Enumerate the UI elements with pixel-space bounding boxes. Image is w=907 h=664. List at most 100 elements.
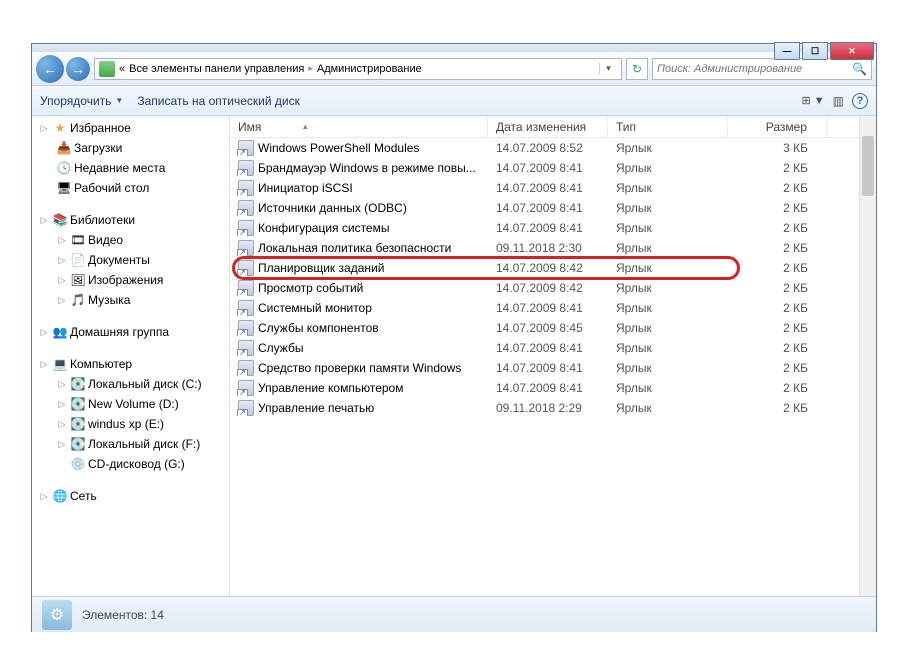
sidebar-libraries[interactable]: ▷📚Библиотеки [32,210,229,230]
file-date: 14.07.2009 8:52 [488,141,608,155]
downloads-icon: 📥 [56,140,72,156]
maximize-button[interactable]: ☐ [802,42,828,60]
search-input[interactable] [657,63,852,75]
shortcut-icon [238,360,254,376]
file-type: Ярлык [608,381,728,395]
column-size[interactable]: Размер [728,116,828,137]
file-row[interactable]: Управление компьютером 14.07.2009 8:41Ярл… [230,378,859,398]
file-size: 2 КБ [728,221,828,235]
file-name: Windows PowerShell Modules [258,141,419,155]
sidebar-videos[interactable]: ▷🎞Видео [32,230,229,250]
sidebar-desktop[interactable]: 🖥Рабочий стол [32,178,229,198]
sidebar-computer[interactable]: ▷💻Компьютер [32,354,229,374]
shortcut-icon [238,140,254,156]
breadcrumb-parent[interactable]: Все элементы панели управления [129,63,304,75]
minimize-button[interactable]: — [774,42,800,60]
file-date: 14.07.2009 8:41 [488,381,608,395]
burn-button[interactable]: Записать на оптический диск [137,94,300,108]
disk-icon: 💽 [70,436,86,452]
file-type: Ярлык [608,201,728,215]
file-row[interactable]: Windows PowerShell Modules 14.07.2009 8:5… [230,138,859,158]
file-size: 2 КБ [728,341,828,355]
file-date: 14.07.2009 8:41 [488,301,608,315]
file-row[interactable]: Системный монитор14.07.2009 8:41Ярлык2 К… [230,298,859,318]
file-row[interactable]: Управление печатью09.11.2018 2:29Ярлык2 … [230,398,859,418]
sidebar-pictures[interactable]: ▷🖼Изображения [32,270,229,290]
command-bar: Упорядочить▼ Записать на оптический диск… [32,86,876,116]
file-date: 09.11.2018 2:30 [488,241,608,255]
shortcut-icon [238,400,254,416]
sidebar-disk-d[interactable]: ▷💽New Volume (D:) [32,394,229,414]
file-size: 2 КБ [728,201,828,215]
sidebar-disk-c[interactable]: ▷💽Локальный диск (C:) [32,374,229,394]
address-bar[interactable]: « Все элементы панели управления ▸ Админ… [94,58,622,80]
file-size: 2 КБ [728,361,828,375]
file-row[interactable]: Источники данных (ODBC)14.07.2009 8:41Яр… [230,198,859,218]
file-name: Управление печатью [258,401,374,415]
status-icon: ⚙ [42,600,72,630]
view-options[interactable]: ⊞ ▼ [801,94,824,107]
sidebar-documents[interactable]: ▷📄Документы [32,250,229,270]
sidebar-music[interactable]: ▷🎵Музыка [32,290,229,310]
navigation-pane: ▷★Избранное 📥Загрузки 🕓Недавние места 🖥Р… [32,116,230,596]
sidebar-recent[interactable]: 🕓Недавние места [32,158,229,178]
search-box[interactable]: 🔍 [652,58,872,80]
homegroup-icon: 👥 [52,324,68,340]
file-size: 2 КБ [728,261,828,275]
sidebar-cd[interactable]: 💿CD-дисковод (G:) [32,454,229,474]
file-type: Ярлык [608,301,728,315]
help-button[interactable]: ? [852,93,868,109]
chevron-right-icon[interactable]: ▸ [308,63,313,74]
shortcut-icon [238,240,254,256]
music-icon: 🎵 [70,292,86,308]
file-type: Ярлык [608,221,728,235]
sidebar-network[interactable]: ▷🌐Сеть [32,486,229,506]
location-icon [99,61,115,77]
shortcut-icon [238,280,254,296]
file-row[interactable]: Просмотр событий14.07.2009 8:42Ярлык2 КБ [230,278,859,298]
file-row[interactable]: Службы14.07.2009 8:41Ярлык2 КБ [230,338,859,358]
sidebar-disk-f[interactable]: ▷💽Локальный диск (F:) [32,434,229,454]
shortcut-icon [238,340,254,356]
forward-button[interactable]: → [66,57,90,81]
preview-pane-toggle[interactable]: ▥ [833,94,844,108]
column-name[interactable]: Имя [230,116,488,137]
shortcut-icon [238,320,254,336]
shortcut-icon [238,260,254,276]
sidebar-favorites[interactable]: ▷★Избранное [32,118,229,138]
videos-icon: 🎞 [70,232,86,248]
sidebar-disk-e[interactable]: ▷💽windus xp (E:) [32,414,229,434]
refresh-button[interactable]: ↻ [626,58,648,80]
address-dropdown[interactable]: ▾ [599,63,617,74]
file-row[interactable]: Локальная политика безопасности 09.11.201… [230,238,859,258]
file-row[interactable]: Брандмауэр Windows в режиме повы...14.07… [230,158,859,178]
desktop-icon: 🖥 [56,180,72,196]
disk-icon: 💽 [70,416,86,432]
sidebar-homegroup[interactable]: ▷👥Домашняя группа [32,322,229,342]
column-type[interactable]: Тип [608,116,728,137]
file-row[interactable]: Средство проверки памяти Windows14.07.20… [230,358,859,378]
close-button[interactable]: ✕ [830,42,874,60]
file-name: Локальная политика безопасности [258,241,451,255]
column-date[interactable]: Дата изменения [488,116,608,137]
file-row[interactable]: Службы компонентов14.07.2009 8:45Ярлык2 … [230,318,859,338]
file-size: 2 КБ [728,181,828,195]
file-type: Ярлык [608,341,728,355]
explorer-window: — ☐ ✕ ← → « Все элементы панели управлен… [31,43,877,632]
file-name: Управление компьютером [258,381,403,395]
back-button[interactable]: ← [36,55,64,83]
scrollbar[interactable] [859,116,876,596]
breadcrumb-current[interactable]: Администрирование [317,63,422,75]
file-date: 14.07.2009 8:41 [488,161,608,175]
shortcut-icon [238,220,254,236]
organize-menu[interactable]: Упорядочить▼ [40,94,123,108]
file-row[interactable]: Инициатор iSCSI14.07.2009 8:41Ярлык2 КБ [230,178,859,198]
file-type: Ярлык [608,321,728,335]
file-date: 09.11.2018 2:29 [488,401,608,415]
computer-icon: 💻 [52,356,68,372]
file-row[interactable]: Планировщик заданий14.07.2009 8:42Ярлык2… [230,258,859,278]
file-name: Средство проверки памяти Windows [258,361,461,375]
file-row[interactable]: Конфигурация системы14.07.2009 8:41Ярлык… [230,218,859,238]
sidebar-downloads[interactable]: 📥Загрузки [32,138,229,158]
file-size: 2 КБ [728,301,828,315]
